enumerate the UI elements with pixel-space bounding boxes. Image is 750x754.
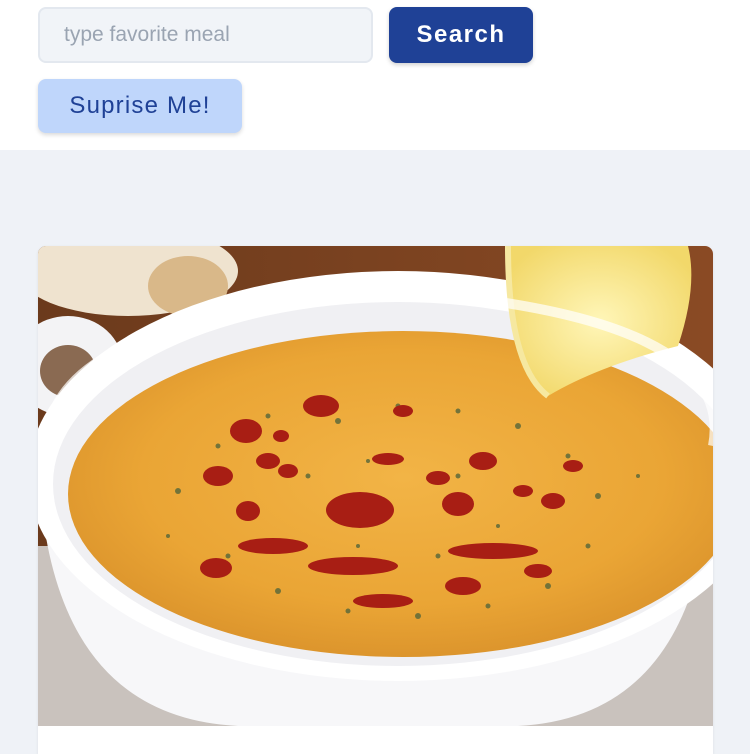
- search-button[interactable]: Search: [389, 7, 533, 63]
- meal-image: [38, 246, 713, 726]
- header-bar: Search Suprise Me!: [0, 0, 750, 150]
- meal-card[interactable]: [38, 246, 713, 754]
- search-input[interactable]: [38, 7, 373, 63]
- card-body: [38, 726, 713, 754]
- surprise-me-button[interactable]: Suprise Me!: [38, 79, 242, 133]
